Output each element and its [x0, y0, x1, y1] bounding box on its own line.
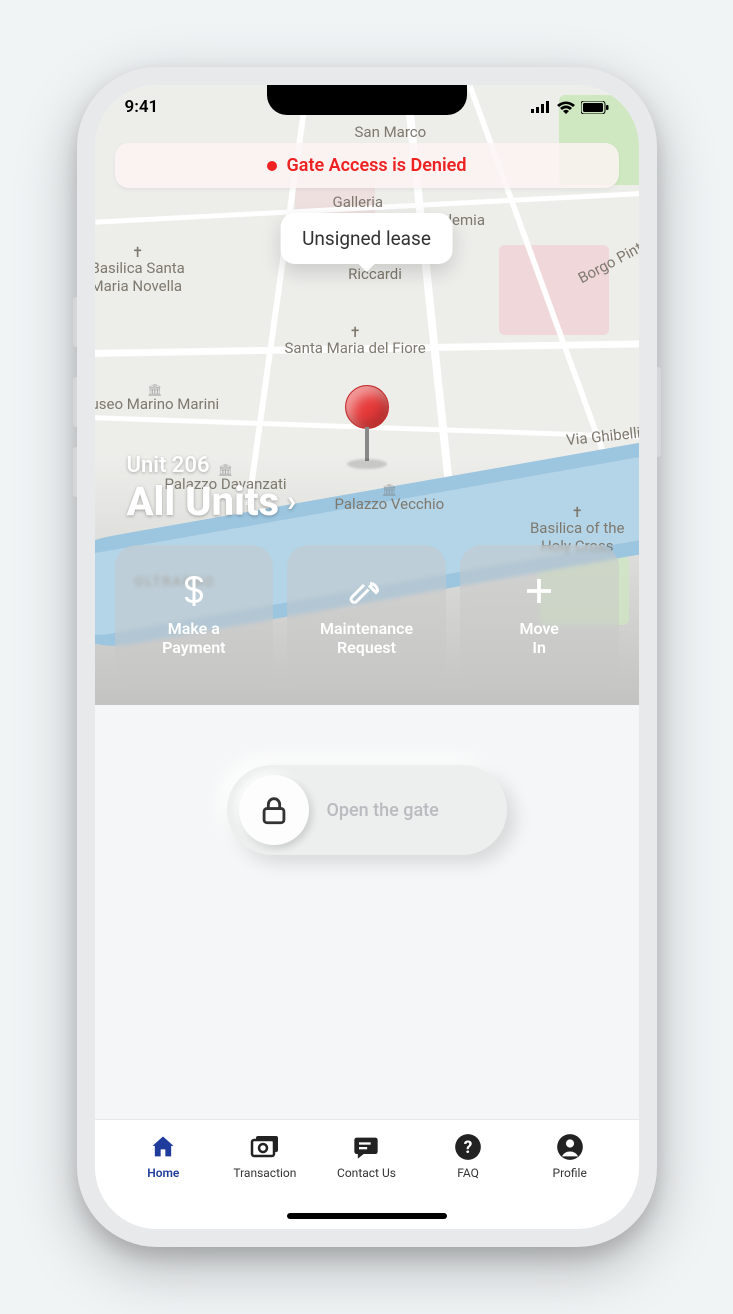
tab-label: Profile — [553, 1166, 587, 1180]
tab-label: Contact Us — [337, 1166, 396, 1180]
action-label: Make a Payment — [162, 619, 225, 657]
screen: 9:41 San Marco Galleria de — [95, 85, 639, 1229]
unit-title-row[interactable]: All Units › — [127, 478, 297, 525]
open-gate-slider[interactable]: Open the gate — [227, 765, 507, 855]
map-label: Basilica Santa Maria Novella — [95, 245, 185, 295]
notch — [267, 85, 467, 115]
unit-block[interactable]: Unit 206 All Units › — [127, 453, 297, 525]
status-time: 9:41 — [125, 97, 159, 117]
help-icon: ? — [453, 1132, 483, 1162]
tab-label: Home — [147, 1166, 179, 1180]
banner-text: Gate Access is Denied — [287, 155, 467, 176]
plus-icon — [521, 573, 557, 609]
gate-label: Open the gate — [327, 800, 439, 821]
transaction-icon — [250, 1132, 280, 1162]
map-label: Galleria — [333, 193, 384, 211]
tab-contact-us[interactable]: Contact Us — [326, 1132, 406, 1180]
lease-tooltip[interactable]: Unsigned lease — [280, 213, 453, 264]
status-dot-icon — [267, 161, 277, 171]
wrench-icon — [349, 573, 385, 609]
unit-label: Unit 206 — [127, 453, 297, 478]
status-icons — [531, 101, 609, 114]
home-icon — [148, 1132, 178, 1162]
map-label: Palazzo Vecchio — [335, 483, 445, 513]
chat-icon — [351, 1132, 381, 1162]
wifi-icon — [557, 101, 575, 114]
dollar-icon — [176, 573, 212, 609]
gate-knob[interactable] — [239, 775, 309, 845]
move-in-button[interactable]: Move In — [460, 545, 619, 685]
map-label: Santa Maria del Fiore — [285, 325, 426, 357]
tab-faq[interactable]: ? FAQ — [428, 1132, 508, 1180]
tab-home[interactable]: Home — [123, 1132, 203, 1180]
action-label: Move In — [519, 619, 558, 657]
map-label: useo Marino Marini — [95, 383, 220, 413]
svg-text:?: ? — [464, 1138, 473, 1158]
tooltip-text: Unsigned lease — [302, 227, 431, 250]
chevron-right-icon: › — [287, 484, 296, 519]
lock-icon — [257, 793, 291, 827]
home-indicator[interactable] — [287, 1213, 447, 1219]
tab-profile[interactable]: Profile — [530, 1132, 610, 1180]
lower-panel: Open the gate — [95, 705, 639, 1119]
cellular-icon — [531, 101, 551, 113]
map-area[interactable]: San Marco Galleria dell'Accademia Palazz… — [95, 85, 639, 705]
quick-actions: Make a Payment Maintenance Request Move … — [115, 545, 619, 685]
phone-frame: 9:41 San Marco Galleria de — [77, 67, 657, 1247]
pin-head-icon — [345, 385, 389, 429]
tab-label: Transaction — [233, 1166, 296, 1180]
maintenance-request-button[interactable]: Maintenance Request — [287, 545, 446, 685]
map-pin[interactable] — [345, 385, 389, 469]
make-payment-button[interactable]: Make a Payment — [115, 545, 274, 685]
tab-transaction[interactable]: Transaction — [225, 1132, 305, 1180]
action-label: Maintenance Request — [320, 619, 413, 657]
gate-access-banner[interactable]: Gate Access is Denied — [115, 143, 619, 188]
unit-title: All Units — [127, 478, 280, 525]
pin-shadow — [347, 459, 387, 469]
tab-bar: Home Transaction Contact Us ? FAQ — [95, 1119, 639, 1229]
pin-stick — [365, 427, 369, 461]
profile-icon — [555, 1132, 585, 1162]
battery-icon — [581, 101, 609, 114]
tab-label: FAQ — [457, 1166, 479, 1180]
